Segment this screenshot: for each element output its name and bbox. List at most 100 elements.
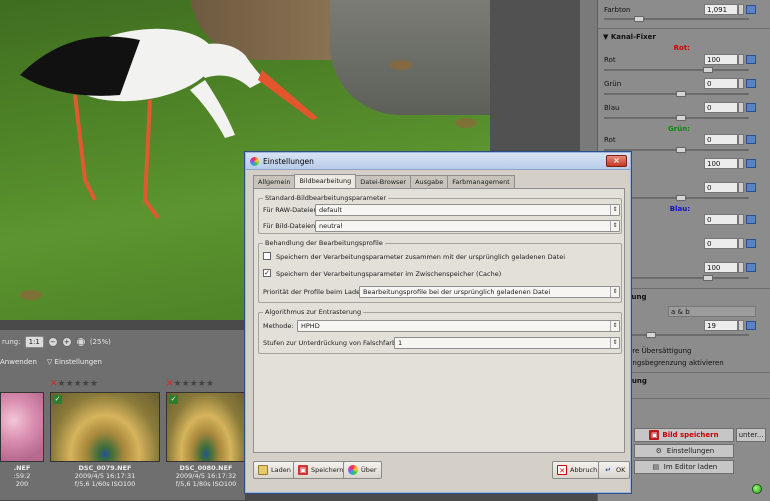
reject-icon[interactable]: ✕ [50, 380, 58, 389]
checkmark-icon: ✓ [53, 395, 62, 404]
load-label: Laden [271, 466, 291, 474]
farbton-spinner[interactable] [738, 4, 744, 15]
thumbnail-item[interactable]: ✕★★★★★ ✓ DSC_0079.NEF 2009/4/5 16:17:31 … [50, 380, 160, 488]
mixer-spinner[interactable] [738, 102, 744, 113]
mixer-input[interactable]: 100 [704, 262, 738, 273]
mixer-row: Blau 0 [598, 101, 770, 115]
reset-icon[interactable] [746, 263, 756, 272]
tab-datei-browser[interactable]: Datei-Browser [355, 175, 412, 188]
rating-stars[interactable]: ✕★★★★★ [50, 380, 160, 391]
settings-button[interactable]: ⚙ Einstellungen [634, 444, 734, 458]
rating-stars[interactable] [0, 380, 44, 391]
demosaic-group: Algorithmus zur Entrasterung Methode: HP… [258, 308, 622, 354]
mixer-input[interactable]: 0 [704, 182, 738, 193]
reject-icon[interactable]: ✕ [166, 380, 174, 389]
tab-bildbearbeitung[interactable]: Bildbearbeitung [294, 174, 357, 188]
zoom-select[interactable]: 1:1 [24, 336, 44, 348]
cancel-button[interactable]: ✕ Abbruch [552, 461, 603, 479]
settings-label: Einstellungen [666, 447, 715, 455]
about-button[interactable]: Über [343, 461, 382, 479]
verstaerkung-input[interactable]: 19 [704, 320, 738, 331]
reset-icon[interactable] [746, 239, 756, 248]
zoom-controls: rung: 1:1 − + □ (25%) [0, 334, 111, 350]
thumbnail-item[interactable]: ✕★★★★★ ✓ DSC_0080.NEF 2009/4/5 16:17:32 … [166, 380, 246, 488]
img-profile-select[interactable]: neutral ⇕ [315, 220, 620, 232]
reset-icon[interactable] [746, 159, 756, 168]
farbton-slider[interactable] [598, 16, 770, 22]
mixer-input[interactable]: 100 [704, 158, 738, 169]
save-image-button[interactable]: ▣ Bild speichern [634, 428, 734, 442]
save-cache-checkbox[interactable]: ✓ [263, 269, 271, 277]
mixer-input[interactable]: 0 [704, 78, 738, 89]
raw-profile-select[interactable]: default ⇕ [315, 204, 620, 216]
reset-icon[interactable] [746, 183, 756, 192]
mixer-spinner[interactable] [738, 238, 744, 249]
ok-label: OK [616, 466, 626, 474]
farbton-input[interactable]: 1,091 [704, 4, 738, 15]
kanal-fixer-header[interactable]: ▼ Kanal-Fixer [598, 33, 770, 41]
reset-icon[interactable] [746, 321, 756, 330]
zoom-out-icon[interactable]: − [47, 337, 58, 347]
reset-icon[interactable] [746, 5, 756, 14]
thumbnail-image[interactable]: ✓ [50, 392, 160, 462]
ok-button[interactable]: ↵ OK [598, 461, 631, 479]
reset-icon[interactable] [746, 103, 756, 112]
reset-icon[interactable] [746, 215, 756, 224]
false-color-value: 1 [398, 339, 403, 347]
mixer-input[interactable]: 0 [704, 214, 738, 225]
farbton-label: Farbton [604, 6, 631, 14]
mixer-slider[interactable] [598, 115, 770, 121]
save-with-file-label: Speichern der Verarbeitungsparameter zus… [276, 253, 566, 261]
filter-icon: ▽ [46, 358, 53, 366]
dialog-titlebar[interactable]: Einstellungen × [246, 153, 630, 170]
mixer-slider[interactable] [598, 91, 770, 97]
tab-allgemein[interactable]: Allgemein [253, 175, 296, 188]
mixer-slider[interactable] [598, 67, 770, 73]
tab-ausgabe[interactable]: Ausgabe [410, 175, 449, 188]
mixer-input[interactable]: 0 [704, 238, 738, 249]
mixer-spinner[interactable] [738, 262, 744, 273]
kanal-select[interactable]: a & b [668, 306, 756, 317]
thumbnail-image[interactable]: ✓ [166, 392, 246, 462]
reset-icon[interactable] [746, 79, 756, 88]
save-under-button[interactable]: unter... [736, 428, 766, 442]
save-with-file-checkbox[interactable] [263, 252, 271, 260]
filter-settings-button[interactable]: ▽ Einstellungen [47, 358, 102, 366]
thumbnail-date: 2009/4/5 16:17:31 [74, 472, 136, 480]
mixer-input[interactable]: 0 [704, 134, 738, 145]
tab-farbmanagement[interactable]: Farbmanagement [447, 175, 515, 188]
method-select[interactable]: HPHD ⇕ [297, 320, 620, 332]
apply-button[interactable]: Anwenden [0, 358, 37, 366]
thumbnail-item[interactable]: .NEF :59:2 200 [0, 380, 44, 488]
mixer-input[interactable]: 100 [704, 54, 738, 65]
app-icon [348, 465, 358, 475]
reset-icon[interactable] [746, 55, 756, 64]
mixer-spinner[interactable] [738, 78, 744, 89]
rating-stars[interactable]: ✕★★★★★ [166, 380, 246, 391]
filmstrip-actions: Anwenden ▽ Einstellungen [0, 358, 102, 366]
zoom-in-icon[interactable]: + [61, 337, 72, 347]
mixer-spinner[interactable] [738, 214, 744, 225]
chevron-updown-icon: ⇕ [610, 287, 619, 297]
close-icon[interactable]: × [606, 155, 627, 167]
thumbnail-date: :59:2 [13, 472, 31, 480]
verstaerkung-spinner[interactable] [738, 320, 744, 331]
false-color-spinbox[interactable]: 1 ⇕ [394, 337, 620, 349]
mixer-input[interactable]: 0 [704, 102, 738, 113]
save-button[interactable]: ▣ Speichern [293, 461, 349, 479]
mixer-spinner[interactable] [738, 134, 744, 145]
zoom-fit-icon[interactable]: □ [75, 337, 86, 347]
save-with-file-option[interactable]: Speichern der Verarbeitungsparameter zus… [263, 251, 619, 263]
load-button[interactable]: Laden [253, 461, 296, 479]
status-indicator-icon [752, 484, 762, 494]
mixer-label: Blau [604, 104, 620, 112]
reset-icon[interactable] [746, 135, 756, 144]
method-row: Methode: HPHD ⇕ [263, 320, 620, 332]
mixer-spinner[interactable] [738, 158, 744, 169]
editor-button[interactable]: ▤ Im Editor laden [634, 460, 734, 474]
mixer-spinner[interactable] [738, 54, 744, 65]
priority-select[interactable]: Bearbeitungsprofile bei der ursprünglich… [359, 286, 620, 298]
thumbnail-image[interactable] [0, 392, 44, 462]
save-cache-option[interactable]: ✓ Speichern der Verarbeitungsparameter i… [263, 268, 619, 280]
mixer-spinner[interactable] [738, 182, 744, 193]
